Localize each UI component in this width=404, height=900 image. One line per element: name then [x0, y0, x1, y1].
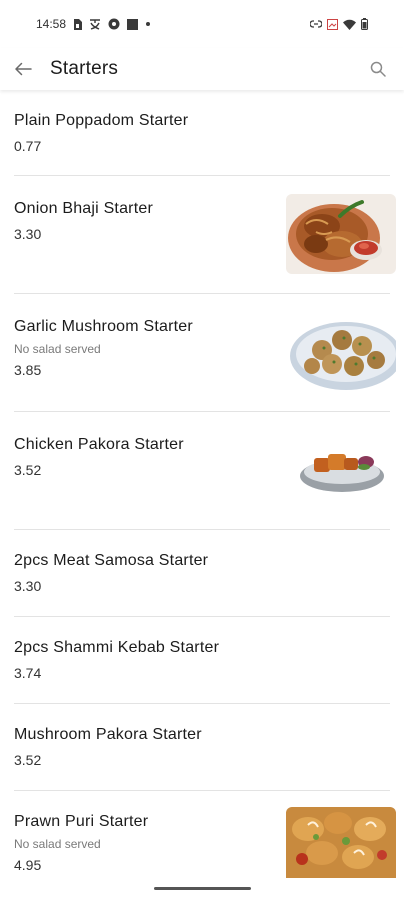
- search-icon: [370, 61, 386, 77]
- item-price: 3.85: [14, 362, 42, 378]
- dot-icon: [145, 21, 151, 27]
- item-name: Garlic Mushroom Starter: [14, 318, 193, 335]
- menu-item[interactable]: 2pcs Shammi Kebab Starter 3.74: [0, 617, 404, 704]
- menu-item[interactable]: Onion Bhaji Starter 3.30: [0, 176, 404, 294]
- sim-card-icon: [73, 18, 83, 30]
- item-photo: [286, 434, 396, 510]
- search-button[interactable]: [352, 48, 404, 90]
- battery-icon: [361, 18, 368, 30]
- square-app-icon: [127, 18, 139, 30]
- menu-item[interactable]: Prawn Puri Starter No salad served 4.95: [0, 791, 404, 881]
- item-note: No salad served: [14, 342, 101, 356]
- item-name: Plain Poppadom Starter: [14, 112, 189, 129]
- status-bar: 14:58: [0, 0, 404, 48]
- menu-item-text: 2pcs Shammi Kebab Starter 3.74: [14, 639, 219, 681]
- item-name: 2pcs Meat Samosa Starter: [14, 552, 209, 569]
- menu-item-text: Chicken Pakora Starter 3.52: [14, 436, 184, 478]
- item-photo: [286, 310, 396, 394]
- prawn-puri-photo: [286, 807, 396, 879]
- item-name: Mushroom Pakora Starter: [14, 726, 202, 743]
- app-bar: Starters: [0, 48, 404, 90]
- menu-item[interactable]: Chicken Pakora Starter 3.52: [0, 412, 404, 530]
- home-gesture-handle[interactable]: [154, 887, 251, 890]
- status-time: 14:58: [36, 17, 67, 31]
- item-name: Chicken Pakora Starter: [14, 436, 184, 453]
- menu-item[interactable]: Garlic Mushroom Starter No salad served …: [0, 294, 404, 412]
- onion-bhaji-photo: [286, 194, 396, 274]
- item-name: Onion Bhaji Starter: [14, 200, 153, 217]
- item-price: 0.77: [14, 138, 42, 154]
- menu-item[interactable]: Mushroom Pakora Starter 3.52: [0, 704, 404, 791]
- item-price: 3.52: [14, 752, 42, 768]
- status-right: [310, 18, 368, 30]
- link-icon: [310, 20, 322, 28]
- status-left: 14:58: [36, 17, 151, 31]
- screen-cast-icon: [327, 18, 338, 30]
- item-price: 4.95: [14, 857, 42, 873]
- item-name: 2pcs Shammi Kebab Starter: [14, 639, 220, 656]
- menu-item-text: Prawn Puri Starter No salad served 4.95: [14, 813, 148, 873]
- translate-icon: [89, 18, 101, 30]
- navigation-gesture-area: [0, 878, 404, 900]
- item-price: 3.52: [14, 462, 42, 478]
- item-price: 3.30: [14, 578, 42, 594]
- item-price: 3.74: [14, 665, 42, 681]
- garlic-mushroom-photo: [286, 310, 396, 394]
- chicken-pakora-photo: [286, 434, 396, 510]
- menu-item[interactable]: Plain Poppadom Starter 0.77: [0, 90, 404, 176]
- item-note: No salad served: [14, 837, 101, 851]
- menu-item-text: 2pcs Meat Samosa Starter 3.30: [14, 552, 208, 594]
- item-photo: [286, 194, 396, 274]
- item-name: Prawn Puri Starter: [14, 813, 149, 830]
- vpn-key-icon: [108, 18, 120, 30]
- menu-item-text: Plain Poppadom Starter 0.77: [14, 112, 188, 154]
- arrow-left-icon: [15, 62, 32, 76]
- menu-item-text: Garlic Mushroom Starter No salad served …: [14, 318, 193, 378]
- item-price: 3.30: [14, 226, 42, 242]
- menu-item-text: Mushroom Pakora Starter 3.52: [14, 726, 202, 768]
- wifi-icon: [343, 19, 356, 30]
- menu-item[interactable]: 2pcs Meat Samosa Starter 3.30: [0, 530, 404, 617]
- app-screen: 14:58 Starters Plain Poppadom Starter 0.…: [0, 0, 404, 900]
- menu-item-text: Onion Bhaji Starter 3.30: [14, 200, 153, 242]
- back-button[interactable]: [0, 48, 46, 90]
- item-photo: [286, 807, 396, 879]
- page-title: Starters: [50, 58, 119, 79]
- menu-list: Plain Poppadom Starter 0.77 Onion Bhaji …: [0, 90, 404, 879]
